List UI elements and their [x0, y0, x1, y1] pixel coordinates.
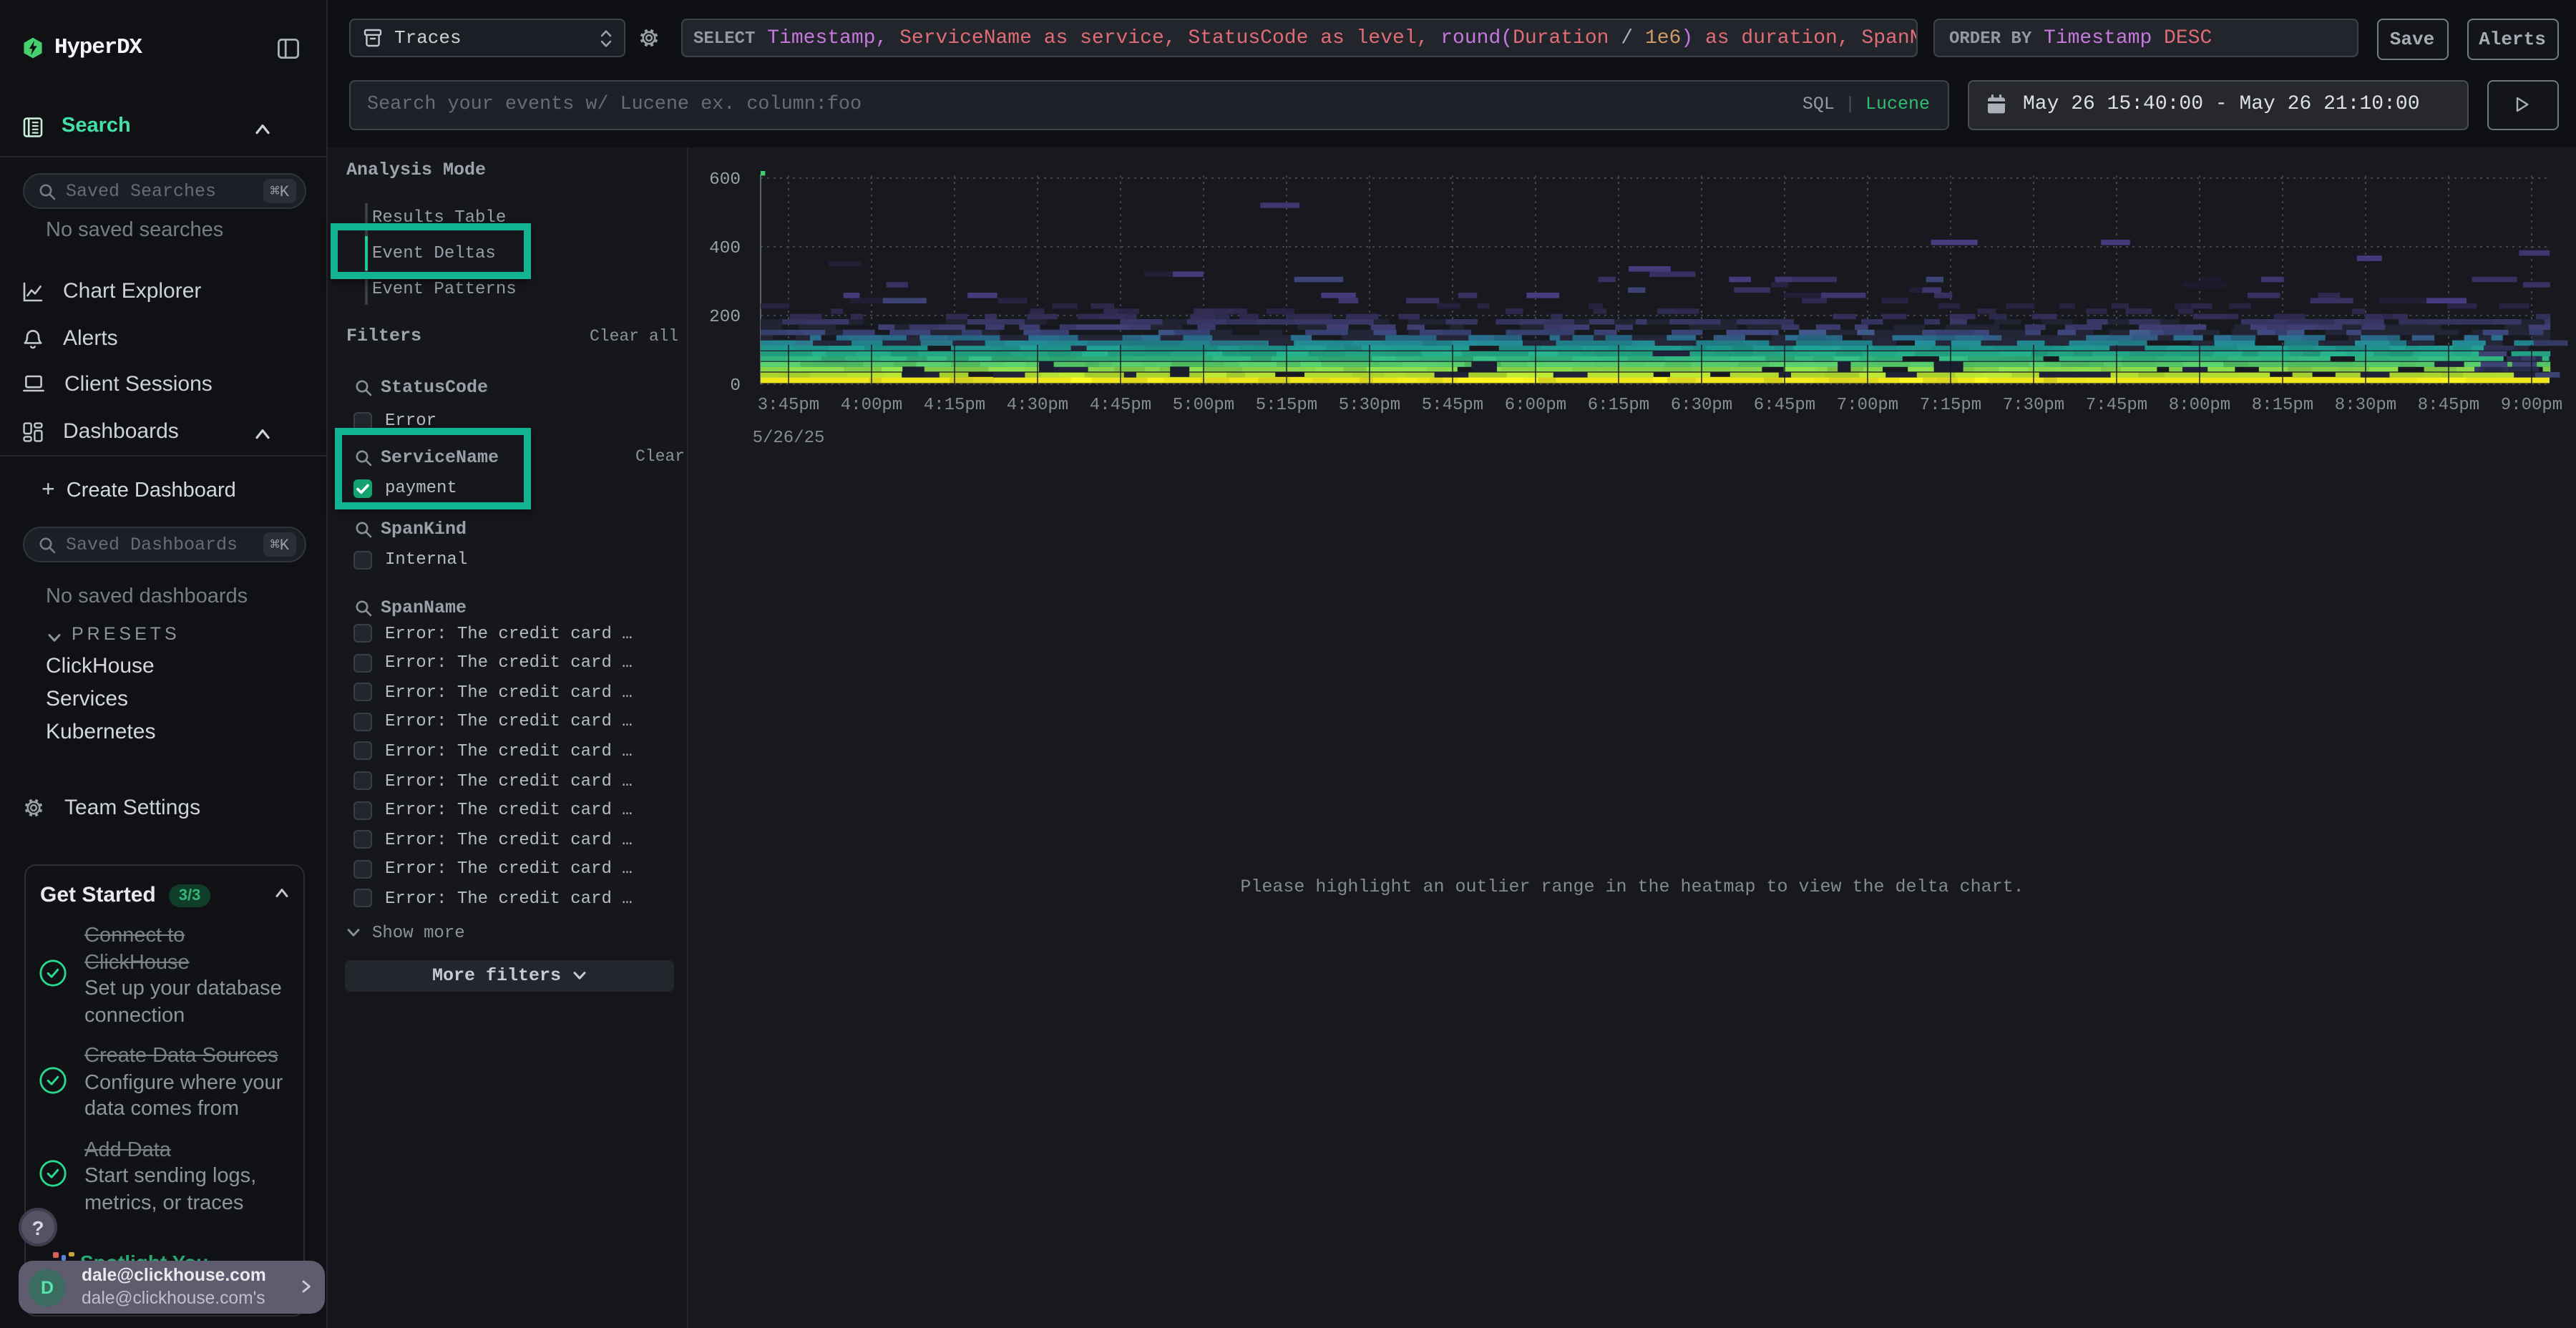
svg-text:6:30pm: 6:30pm	[1671, 396, 1732, 415]
svg-text:4:30pm: 4:30pm	[1007, 396, 1068, 415]
svg-text:8:15pm: 8:15pm	[2252, 396, 2313, 415]
svg-text:6:00pm: 6:00pm	[1505, 396, 1566, 415]
svg-text:4:45pm: 4:45pm	[1090, 396, 1151, 415]
svg-text:8:30pm: 8:30pm	[2335, 396, 2396, 415]
svg-text:400: 400	[709, 239, 741, 258]
svg-text:600: 600	[709, 170, 741, 190]
svg-text:5:45pm: 5:45pm	[1422, 396, 1483, 415]
svg-text:7:00pm: 7:00pm	[1837, 396, 1898, 415]
svg-text:4:15pm: 4:15pm	[924, 396, 985, 415]
svg-text:3:45pm: 3:45pm	[758, 396, 819, 415]
svg-text:5:30pm: 5:30pm	[1339, 396, 1400, 415]
svg-text:5/26/25: 5/26/25	[753, 429, 825, 448]
svg-text:6:45pm: 6:45pm	[1754, 396, 1815, 415]
svg-text:4:00pm: 4:00pm	[841, 396, 902, 415]
svg-text:8:45pm: 8:45pm	[2418, 396, 2479, 415]
svg-text:8:00pm: 8:00pm	[2169, 396, 2230, 415]
svg-text:200: 200	[709, 308, 741, 327]
svg-text:5:15pm: 5:15pm	[1256, 396, 1317, 415]
svg-text:0: 0	[730, 376, 741, 396]
svg-text:7:15pm: 7:15pm	[1920, 396, 1981, 415]
svg-text:7:45pm: 7:45pm	[2086, 396, 2147, 415]
svg-text:6:15pm: 6:15pm	[1588, 396, 1649, 415]
svg-text:5:00pm: 5:00pm	[1173, 396, 1234, 415]
svg-text:7:30pm: 7:30pm	[2003, 396, 2064, 415]
svg-text:9:00pm: 9:00pm	[2501, 396, 2562, 415]
